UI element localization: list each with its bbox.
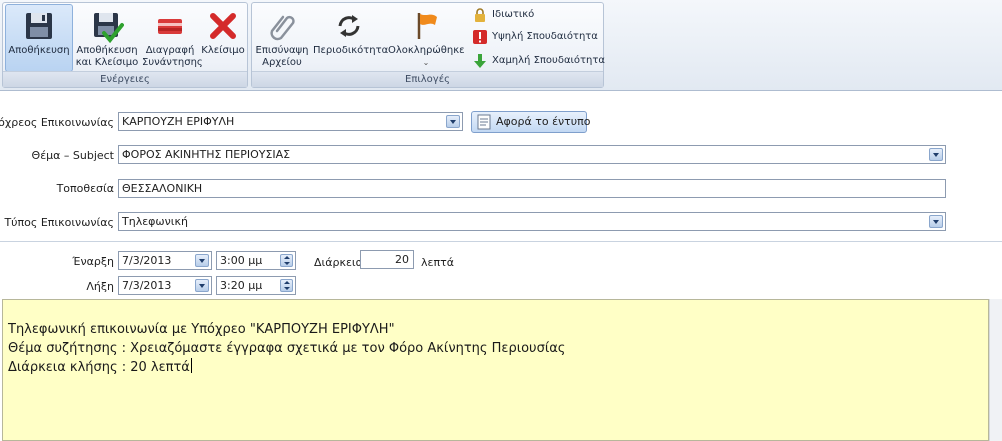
spinner-arrows-icon[interactable] xyxy=(280,254,293,267)
contact-person-label: Υπόχρεος Επικοινωνίας xyxy=(0,116,114,129)
chevron-down-icon[interactable] xyxy=(195,254,209,267)
red-card-icon xyxy=(158,19,182,34)
padlock-icon xyxy=(475,8,485,22)
low-priority-button[interactable]: Χαμηλή Σπουδαιότητα xyxy=(470,51,606,71)
location-value: ΘΕΣΣΑΛΟΝΙΚΗ xyxy=(122,182,203,195)
private-button[interactable]: Ιδιωτικό xyxy=(470,5,600,25)
duration-label: Διάρκεια xyxy=(314,256,363,269)
start-time-value: 3:00 μμ xyxy=(220,254,263,267)
notes-line-last: Διάρκεια κλήσης : 20 λεπτά xyxy=(8,358,988,377)
end-time-spinner[interactable]: 3:20 μμ xyxy=(216,276,296,295)
circular-arrows-icon xyxy=(338,15,360,37)
subject-value: ΦΟΡΟΣ ΑΚΙΝΗΤΗΣ ΠΕΡΙΟΥΣΙΑΣ xyxy=(122,148,291,161)
floppy-check-icon xyxy=(94,13,124,43)
subject-label: Θέμα – Subject xyxy=(31,149,114,162)
red-x-icon xyxy=(210,13,236,39)
high-priority-label: Υψηλή Σπουδαιότητα xyxy=(492,31,598,42)
regards-form-label: Αφορά το έντυπο xyxy=(496,115,591,128)
ribbon-group-options: Επισύναψη Αρχείου Περιοδικότητα Ολοκληρώ… xyxy=(251,2,606,88)
regards-form-button[interactable]: Αφορά το έντυπο xyxy=(471,111,591,133)
attach-file-label-1: Επισύναψη xyxy=(255,45,309,56)
notes-line: Τηλεφωνική επικοινωνία με Υπόχρεο "ΚΑΡΠΟ… xyxy=(8,322,395,337)
save-label: Αποθήκευση xyxy=(8,45,70,56)
contact-person-dropdown[interactable]: ΚΑΡΠΟΥΖΗ ΕΡΙΦΥΛΗ xyxy=(118,112,463,131)
low-priority-label: Χαμηλή Σπουδαιότητα xyxy=(492,55,606,66)
private-label: Ιδιωτικό xyxy=(492,9,535,20)
high-priority-button[interactable]: Υψηλή Σπουδαιότητα xyxy=(470,27,602,47)
attach-file-button[interactable]: Επισύναψη Αρχείου xyxy=(253,4,311,72)
duration-unit: λεπτά xyxy=(421,256,454,269)
close-label: Κλείσιμο xyxy=(201,45,245,56)
delete-meeting-button[interactable]: Διαγραφή Συνάντησης xyxy=(141,4,203,72)
paperclip-icon xyxy=(270,15,295,41)
green-down-arrow-icon xyxy=(474,54,486,68)
contact-person-value: ΚΑΡΠΟΥΖΗ ΕΡΙΦΥΛΗ xyxy=(122,115,235,128)
text-caret xyxy=(190,358,192,373)
form-separator xyxy=(0,241,1002,242)
document-icon xyxy=(477,114,491,130)
ribbon: Αποθήκευση Αποθήκευση και Κλείσιμο Διαγρ… xyxy=(0,0,1002,91)
end-time-value: 3:20 μμ xyxy=(220,279,263,292)
ribbon-group-actions: Αποθήκευση Αποθήκευση και Κλείσιμο Διαγρ… xyxy=(2,2,248,88)
end-date-value: 7/3/2013 xyxy=(122,279,172,292)
delete-meeting-label-2: Συνάντησης xyxy=(142,57,203,68)
completed-label: Ολοκληρώθηκε xyxy=(388,45,465,56)
communication-type-label: Τύπος Επικοινωνίας xyxy=(4,216,114,229)
chevron-down-icon[interactable] xyxy=(446,115,460,128)
chevron-down-icon[interactable] xyxy=(929,215,943,228)
save-and-close-label-1: Αποθήκευση xyxy=(76,45,138,56)
communication-type-value: Τηλεφωνική xyxy=(122,215,188,228)
chevron-down-icon: ⌄ xyxy=(422,58,430,67)
recurrence-label: Περιοδικότητα xyxy=(313,45,389,56)
chevron-down-icon[interactable] xyxy=(929,148,943,161)
spinner-arrows-icon[interactable] xyxy=(280,279,293,292)
communication-type-dropdown[interactable]: Τηλεφωνική xyxy=(118,212,946,231)
exclamation-icon xyxy=(473,30,487,44)
start-date-picker[interactable]: 7/3/2013 xyxy=(118,251,212,270)
subject-dropdown[interactable]: ΦΟΡΟΣ ΑΚΙΝΗΤΗΣ ΠΕΡΙΟΥΣΙΑΣ xyxy=(118,145,946,164)
notes-scrollbar[interactable] xyxy=(989,299,1002,441)
close-button[interactable]: Κλείσιμο xyxy=(200,4,246,72)
save-and-close-label-2: και Κλείσιμο xyxy=(75,57,139,68)
notes-line: Θέμα συζήτησης : Χρειαζόμαστε έγγραφα σχ… xyxy=(8,341,566,356)
save-button[interactable]: Αποθήκευση xyxy=(5,4,73,72)
actions-group-label: Ενέργειες xyxy=(3,71,247,87)
location-input[interactable]: ΘΕΣΣΑΛΟΝΙΚΗ xyxy=(118,179,946,198)
orange-flag-icon xyxy=(417,13,437,39)
chevron-down-icon[interactable] xyxy=(195,279,209,292)
location-label: Τοποθεσία xyxy=(56,182,114,195)
start-date-value: 7/3/2013 xyxy=(122,254,172,267)
end-label: Λήξη xyxy=(86,280,114,293)
end-date-picker[interactable]: 7/3/2013 xyxy=(118,276,212,295)
delete-meeting-label-1: Διαγραφή xyxy=(145,45,195,56)
notes-textarea[interactable]: Τηλεφωνική επικοινωνία με Υπόχρεο "ΚΑΡΠΟ… xyxy=(2,299,989,441)
options-group-label: Επιλογές xyxy=(252,71,603,87)
duration-value: 20 xyxy=(395,253,409,266)
floppy-disk-icon xyxy=(26,13,52,39)
completed-button[interactable]: Ολοκληρώθηκε ⌄ xyxy=(387,4,465,72)
duration-input[interactable]: 20 xyxy=(360,250,414,269)
start-label: Έναρξη xyxy=(72,255,114,268)
notes-line-text: Διάρκεια κλήσης : 20 λεπτά xyxy=(8,360,190,375)
attach-file-label-2: Αρχείου xyxy=(262,57,302,68)
save-and-close-button[interactable]: Αποθήκευση και Κλείσιμο xyxy=(74,4,140,72)
recurrence-button[interactable]: Περιοδικότητα xyxy=(312,4,389,72)
start-time-spinner[interactable]: 3:00 μμ xyxy=(216,251,296,270)
